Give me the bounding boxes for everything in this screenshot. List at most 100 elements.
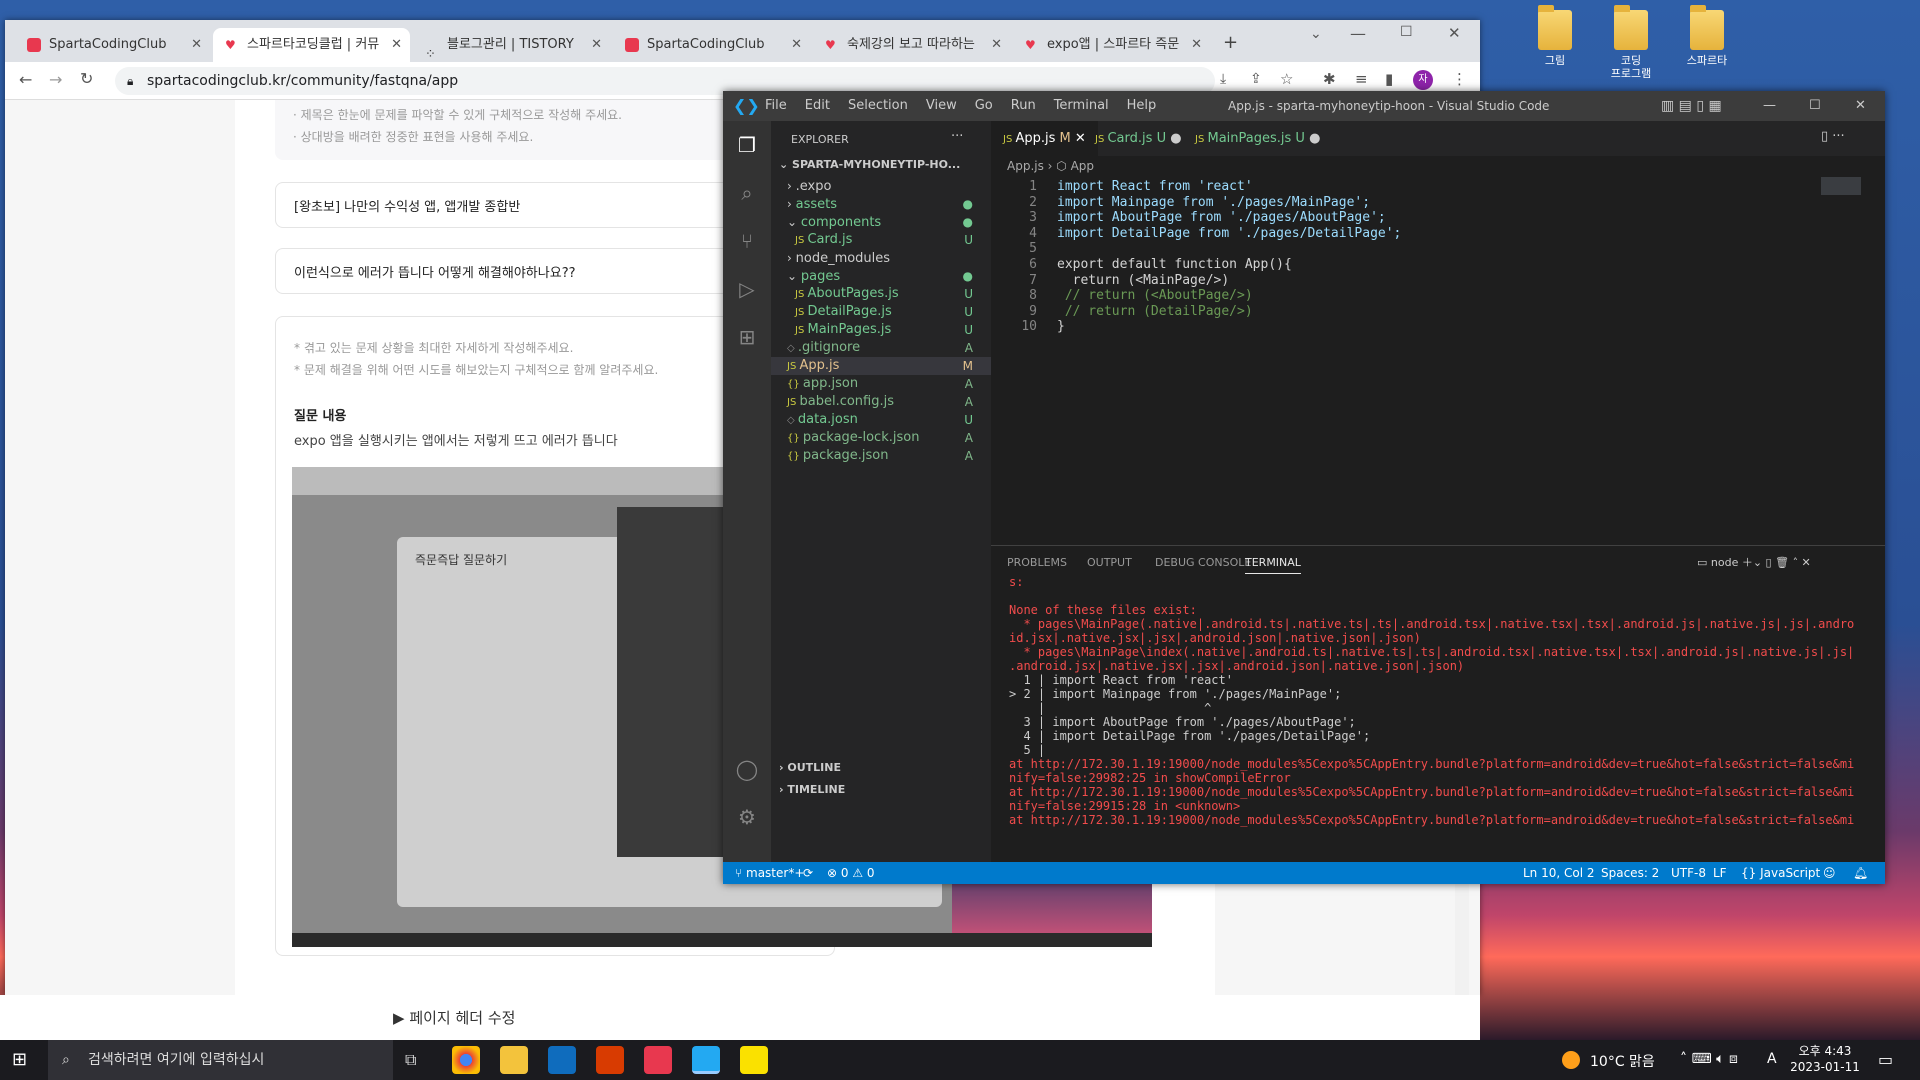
search-icon[interactable]: ⌕ [735, 181, 759, 205]
close-icon[interactable]: ✕ [391, 28, 402, 62]
tree-item[interactable]: JS DetailPage.js U [771, 303, 991, 321]
editor-tab-active[interactable]: JS App.js M ✕ [991, 121, 1098, 156]
browser-tab[interactable]: ⁘ 블로그관리 | TISTORY ✕ [413, 28, 610, 62]
close-icon[interactable]: ✕ [591, 28, 602, 62]
menu-selection[interactable]: Selection [848, 98, 908, 113]
tree-item[interactable]: ⌄ pages ● [771, 267, 991, 285]
browser-tab[interactable]: ♥ 숙제강의 보고 따라하는 ✕ [813, 28, 1010, 62]
terminal-output[interactable]: s: None of these files exist: * pages\Mai… [991, 574, 1871, 859]
menu-file[interactable]: File [765, 98, 787, 113]
tree-item[interactable]: {} package-lock.json A [771, 429, 991, 447]
tree-item[interactable]: ◇ .gitignore A [771, 339, 991, 357]
reading-list-icon[interactable]: ≡ [1355, 70, 1368, 88]
minimap[interactable] [1821, 177, 1861, 195]
forward-icon[interactable]: → [49, 70, 62, 89]
new-tab-button[interactable]: + [1223, 32, 1238, 53]
project-root[interactable]: ⌄ SPARTA-MYHONEYTIP-HO... [779, 158, 960, 171]
panel-tab-terminal[interactable]: TERMINAL [1245, 556, 1301, 574]
file-explorer-icon[interactable] [500, 1046, 528, 1074]
panel-tab-problems[interactable]: PROBLEMS [1007, 556, 1067, 569]
desktop-folder-icon[interactable]: 그림 [1523, 5, 1587, 67]
back-icon[interactable]: ← [19, 70, 32, 89]
browser-tab[interactable]: SpartaCodingClub ✕ [613, 28, 810, 62]
maximize-button[interactable]: ☐ [1809, 91, 1821, 121]
timeline-section[interactable]: › TIMELINE [779, 783, 845, 796]
tree-item[interactable]: ⌄ components ● [771, 213, 991, 231]
editor-tab[interactable]: JS MainPages.js U ● [1183, 121, 1332, 156]
tree-item[interactable]: JS babel.config.js A [771, 393, 991, 411]
close-icon[interactable]: ✕ [191, 28, 202, 62]
bookmark-star-icon[interactable]: ☆ [1280, 70, 1293, 88]
minimize-button[interactable]: — [1350, 24, 1366, 43]
close-window-button[interactable]: ✕ [1855, 91, 1866, 121]
tree-item[interactable]: {} app.json A [771, 375, 991, 393]
close-window-button[interactable]: ✕ [1448, 24, 1461, 42]
tray-icons[interactable]: ˄ ⌨ 🔈︎ ⧈ [1680, 1051, 1738, 1067]
notifications-bell-icon[interactable]: 🔔︎ [1853, 862, 1868, 884]
reload-icon[interactable]: ↻ [80, 69, 93, 88]
tree-item[interactable]: › .expo [771, 177, 991, 195]
ime-indicator[interactable]: A [1767, 1051, 1777, 1067]
task-view-icon[interactable]: ⧉ [405, 1050, 416, 1070]
mail-icon[interactable] [548, 1046, 576, 1074]
maximize-button[interactable]: ☐ [1400, 24, 1413, 40]
sync-icon[interactable]: ⟳ [803, 862, 813, 884]
menu-go[interactable]: Go [975, 98, 993, 113]
close-icon[interactable]: ✕ [791, 28, 802, 62]
footer-link[interactable]: ▶ 페이지 헤더 수정 [393, 1007, 515, 1028]
menu-help[interactable]: Help [1127, 98, 1157, 113]
tree-item[interactable]: › node_modules [771, 249, 991, 267]
browser-tab[interactable]: SpartaCodingClub ✕ [15, 28, 210, 62]
kakaotalk-icon[interactable] [740, 1046, 768, 1074]
menu-terminal[interactable]: Terminal [1054, 98, 1109, 113]
account-icon[interactable]: ◯ [735, 757, 759, 781]
gear-icon[interactable]: ⚙ [735, 805, 759, 829]
feedback-icon[interactable]: ☺ [1823, 862, 1836, 884]
layout-toggle-icons[interactable]: ▥ ▤ ▯ ▦ [1661, 91, 1722, 121]
breadcrumb-symbol[interactable]: App [1071, 159, 1094, 173]
encoding[interactable]: UTF-8 [1671, 862, 1706, 884]
menu-run[interactable]: Run [1011, 98, 1036, 113]
profile-avatar[interactable]: 자 [1413, 70, 1433, 90]
problems-indicator[interactable]: ⊗ 0 ⚠ 0 [827, 862, 875, 884]
editor-tab[interactable]: JS Card.js U ● [1083, 121, 1194, 156]
desktop-folder-icon[interactable]: 스파르타 [1675, 5, 1739, 67]
panel-tab-output[interactable]: OUTPUT [1087, 556, 1132, 569]
chrome-app-icon[interactable] [452, 1046, 480, 1074]
tree-item[interactable]: JS MainPages.js U [771, 321, 991, 339]
minimize-button[interactable]: — [1763, 91, 1776, 121]
weather-text[interactable]: 10°C 맑음 [1590, 1051, 1655, 1071]
extensions-icon[interactable]: ✱ [1323, 70, 1336, 88]
breadcrumb-file[interactable]: App.js [1007, 159, 1044, 173]
extensions-icon[interactable]: ⊞ [735, 325, 759, 349]
tree-item[interactable]: › assets ● [771, 195, 991, 213]
clock[interactable]: 오후 4:43 2023-01-11 [1790, 1043, 1860, 1075]
menu-edit[interactable]: Edit [805, 98, 830, 113]
more-actions-icon[interactable]: ··· [951, 129, 963, 144]
windows-start-icon[interactable]: ⊞ [12, 1049, 27, 1070]
tree-item[interactable]: JS AboutPages.js U [771, 285, 991, 303]
browser-tab[interactable]: ♥ expo앱 | 스파르타 즉문 ✕ [1013, 28, 1210, 62]
panel-tab-debug-console[interactable]: DEBUG CONSOLE [1155, 556, 1251, 569]
split-editor-icon[interactable]: ▯ ··· [1821, 129, 1845, 144]
branch-indicator[interactable]: ⑂ master*+ [735, 862, 804, 884]
side-panel-icon[interactable]: ▮ [1385, 70, 1393, 88]
indentation[interactable]: Spaces: 2 [1601, 862, 1659, 884]
share-icon[interactable]: ⇪ [1250, 71, 1262, 87]
tree-item[interactable]: JS Card.js U [771, 231, 991, 249]
sparta-app-icon[interactable] [644, 1046, 672, 1074]
notification-center-icon[interactable]: ▭ [1878, 1050, 1893, 1069]
outline-section[interactable]: › OUTLINE [779, 761, 841, 774]
line-ending[interactable]: LF [1713, 862, 1727, 884]
menu-kebab-icon[interactable]: ⋮ [1452, 70, 1467, 88]
language-mode[interactable]: {} JavaScript [1741, 862, 1820, 884]
office-icon[interactable] [596, 1046, 624, 1074]
source-control-icon[interactable]: ⑂ [735, 229, 759, 253]
tree-item[interactable]: {} package.json A [771, 447, 991, 465]
taskbar-search[interactable]: ⌕ 검색하려면 여기에 입력하십시 [48, 1040, 393, 1080]
close-icon[interactable]: ✕ [991, 28, 1002, 62]
menu-view[interactable]: View [926, 98, 957, 113]
browser-tab-active[interactable]: ♥ 스파르타코딩클럽 | 커뮤 ✕ [213, 28, 410, 62]
terminal-shell-selector[interactable]: ▭ node ＋⌄ ▯ 🗑︎ ˄ ✕ [1697, 554, 1811, 570]
vscode-app-icon[interactable] [692, 1046, 720, 1074]
